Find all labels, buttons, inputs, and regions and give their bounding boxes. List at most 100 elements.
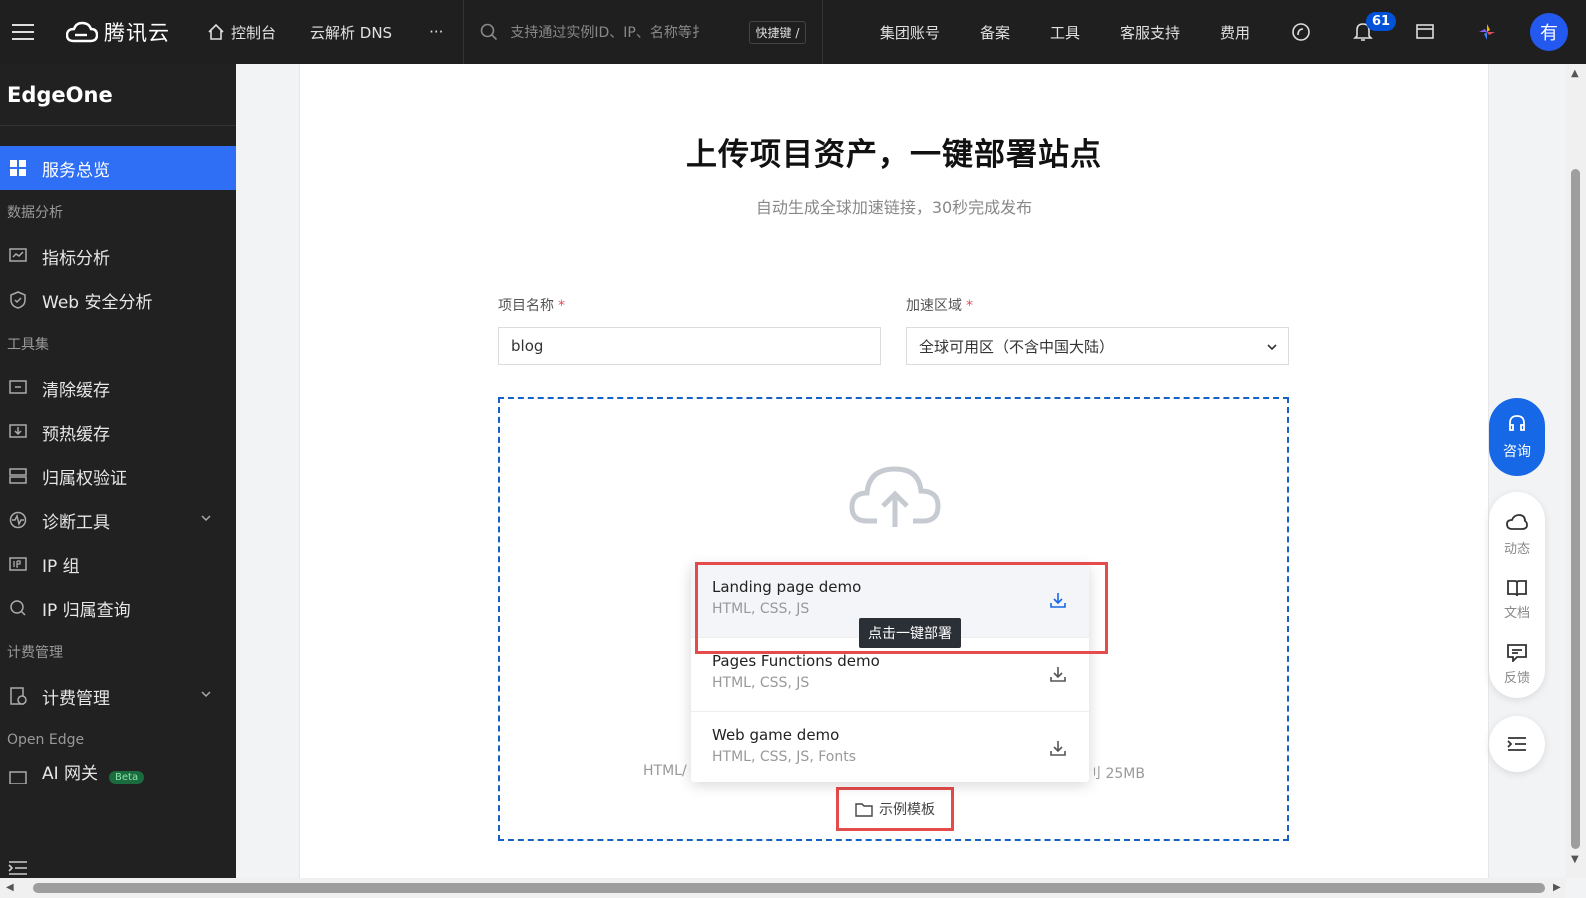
group-data-analysis: 数据分析 <box>7 205 63 221</box>
region-label: 加速区域 * <box>906 295 973 315</box>
project-name-label-text: 项目名称 <box>498 298 554 314</box>
sidebar-item-overview[interactable]: 服务总览 <box>0 146 236 190</box>
required-mark: * <box>966 298 973 314</box>
sidebar-item-diagnose[interactable]: 诊断工具 <box>0 498 236 542</box>
upload-hint-right: 刂 25MB <box>1087 766 1145 782</box>
sidebar-item-web-security[interactable]: Web 安全分析 <box>0 278 236 322</box>
sidebar-item-label: 计费管理 <box>42 688 110 709</box>
dns-link[interactable]: 云解析 DNS <box>293 0 409 64</box>
search-input[interactable]: 支持通过实例ID、IP、名称等扌 <box>510 22 705 42</box>
sidebar-item-ai-gateway[interactable]: AI 网关 Beta <box>0 762 236 784</box>
dns-label: 云解析 DNS <box>310 23 393 42</box>
project-name-input[interactable]: blog <box>498 327 881 365</box>
sample-template-button[interactable]: 示例模板 <box>836 787 954 831</box>
support-link[interactable]: 客服支持 <box>1100 22 1200 43</box>
region-label-text: 加速区域 <box>906 298 962 314</box>
news-label: 动态 <box>1503 541 1530 557</box>
hamburger-icon <box>12 24 34 40</box>
brand-name: 腾讯云 <box>104 21 170 45</box>
feedback-label: 反馈 <box>1503 671 1530 687</box>
beta-badge: Beta <box>109 771 145 784</box>
home-icon <box>208 23 224 40</box>
template-name: Web game demo <box>712 726 840 744</box>
docs-button[interactable]: 文档 <box>1504 567 1530 632</box>
main-content: 上传项目资产，一键部署站点 自动生成全球加速链接，30秒完成发布 项目名称 * b… <box>236 64 1566 878</box>
main-menu-button[interactable] <box>0 0 46 64</box>
template-tags: HTML, CSS, JS <box>712 675 810 691</box>
vertical-scrollbar[interactable]: ▲ ▼ <box>1566 64 1586 878</box>
folder-icon <box>855 802 873 817</box>
sidebar-item-ip-lookup[interactable]: IP 归属查询 <box>0 586 236 630</box>
scroll-right-icon[interactable]: ▶ <box>1553 882 1561 893</box>
download-icon[interactable] <box>1049 739 1067 757</box>
workorder-button[interactable] <box>1394 0 1456 64</box>
assistant-icon <box>1292 23 1310 41</box>
sidebar-item-purge-cache[interactable]: 清除缓存 <box>0 366 236 410</box>
avatar[interactable]: 有 <box>1530 13 1568 51</box>
horizontal-scroll-thumb[interactable] <box>33 883 1545 893</box>
sidebar-item-billing[interactable]: 计费管理 <box>0 674 236 718</box>
sidebar-item-prefetch-cache[interactable]: 预热缓存 <box>0 410 236 454</box>
app-switcher-button[interactable] <box>1456 0 1518 64</box>
divider <box>822 0 824 64</box>
sidebar-item-label: 清除缓存 <box>42 380 110 401</box>
billing-icon <box>8 687 27 706</box>
download-icon[interactable] <box>1049 665 1067 683</box>
region-select[interactable]: 全球可用区（不含中国大陆） <box>906 327 1289 365</box>
sidebar-item-ip-group[interactable]: IP 组 <box>0 542 236 586</box>
notification-button[interactable]: 61 <box>1332 0 1397 64</box>
purge-icon <box>8 379 27 398</box>
ip-icon <box>8 555 27 574</box>
required-mark: * <box>558 298 565 314</box>
docs-label: 文档 <box>1503 605 1530 621</box>
chevron-down-icon <box>201 515 211 522</box>
brand-logo[interactable]: 腾讯云 <box>66 17 170 47</box>
more-button[interactable]: ··· <box>409 0 463 64</box>
cloud-logo-icon <box>66 21 98 43</box>
sidebar-item-ownership[interactable]: 归属权验证 <box>0 454 236 498</box>
collapse-menu-icon <box>8 861 27 875</box>
group-account-link[interactable]: 集团账号 <box>860 22 960 43</box>
product-title: EdgeOne <box>0 64 236 126</box>
search-icon <box>481 23 498 41</box>
colorful-star-icon <box>1479 24 1495 40</box>
sidebar-item-label: Web 安全分析 <box>42 292 153 313</box>
template-option-webgame[interactable]: Web game demo HTML, CSS, JS, Fonts <box>691 712 1089 786</box>
news-button[interactable]: 动态 <box>1504 502 1530 567</box>
sidebar-item-label: IP 归属查询 <box>42 600 131 621</box>
float-collapse-button[interactable] <box>1489 716 1545 772</box>
console-link[interactable]: 控制台 <box>190 0 293 64</box>
sidebar: EdgeOne 服务总览 数据分析 指标分析 Web 安全分析 工具集 清除缓存… <box>0 64 236 898</box>
tools-link[interactable]: 工具 <box>1030 22 1100 43</box>
upload-hint-left: HTML/ <box>643 763 687 779</box>
gateway-icon <box>8 765 27 784</box>
search-box[interactable]: 支持通过实例ID、IP、名称等扌 快捷键 / <box>464 0 822 64</box>
filing-link[interactable]: 备案 <box>960 22 1030 43</box>
shortcut-badge: 快捷键 / <box>748 20 807 44</box>
sidebar-item-label: 诊断工具 <box>42 512 110 533</box>
scroll-up-icon[interactable]: ▲ <box>1571 68 1579 79</box>
feedback-button[interactable]: 反馈 <box>1504 633 1530 698</box>
scroll-down-icon[interactable]: ▼ <box>1571 854 1579 865</box>
vertical-scroll-thumb[interactable] <box>1571 169 1580 849</box>
chevron-down-icon <box>1267 344 1277 351</box>
consult-label: 咨询 <box>1503 444 1531 460</box>
group-tools: 工具集 <box>7 337 49 353</box>
scroll-left-icon[interactable]: ◀ <box>6 882 14 893</box>
horizontal-scrollbar[interactable]: ◀ ▶ <box>0 878 1566 898</box>
billing-link[interactable]: 费用 <box>1200 22 1270 43</box>
region-select-value: 全球可用区（不含中国大陆） <box>919 337 1115 356</box>
feedback-icon <box>1507 644 1527 663</box>
pulse-icon <box>8 511 27 530</box>
sample-template-label: 示例模板 <box>879 802 935 818</box>
consult-button[interactable]: 咨询 <box>1489 398 1545 476</box>
assistant-button[interactable] <box>1270 0 1332 64</box>
sidebar-item-label: AI 网关 <box>42 764 99 784</box>
grid-icon <box>8 159 27 178</box>
collapse-sidebar-button[interactable] <box>0 860 236 880</box>
project-name-label: 项目名称 * <box>498 295 565 315</box>
top-right-actions: 集团账号 备案 工具 客服支持 费用 61 有 <box>860 0 1586 64</box>
sidebar-item-label: IP 组 <box>42 556 80 577</box>
shield-icon <box>8 291 27 310</box>
sidebar-item-metrics[interactable]: 指标分析 <box>0 234 236 278</box>
